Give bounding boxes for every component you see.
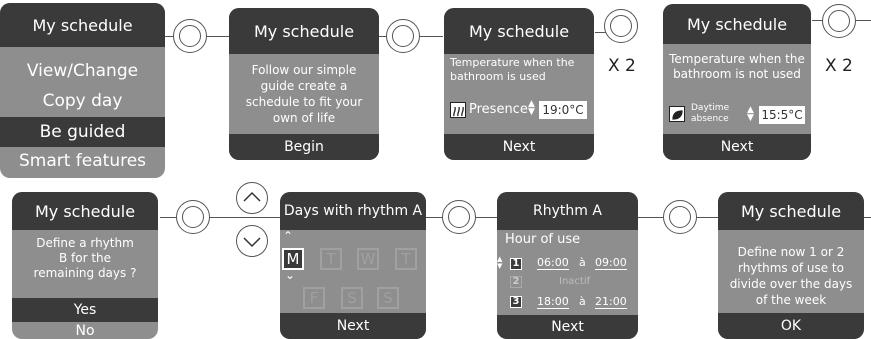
day-tuesday[interactable]: T: [320, 248, 342, 270]
screen-body: Define now 1 or 2 rhythms of use to divi…: [729, 245, 853, 307]
screen-presence-temp: My schedule Temperature when the bathroo…: [444, 8, 594, 160]
screen-title: My schedule: [0, 3, 165, 47]
screen-title: Rhythm A: [497, 192, 638, 230]
screen-define-rhythms: My schedule Define now 1 or 2 rhythms of…: [718, 192, 864, 339]
next-button[interactable]: Next: [444, 134, 594, 160]
ok-button[interactable]: OK: [718, 313, 864, 339]
repeat-count-label: X 2: [825, 56, 853, 76]
screen-body: Follow our simple guide create a schedul…: [245, 63, 363, 125]
slot-start[interactable]: 06:00: [537, 256, 569, 270]
day-thursday[interactable]: T: [395, 248, 417, 270]
slot-inactive: Inactif: [559, 276, 591, 287]
no-option[interactable]: No: [12, 323, 158, 339]
ok-knob-button[interactable]: [822, 4, 856, 38]
slot-start[interactable]: 18:00: [537, 295, 569, 309]
bath-heat-icon: [450, 102, 466, 118]
screen-days-rhythm-a: Days with rhythm A ⌃ M ⌄ T W T F S S Nex…: [280, 192, 426, 339]
screen-body: Temperature when the bathroom is not use…: [669, 52, 805, 81]
slot-number[interactable]: 3: [510, 296, 522, 308]
screen-rhythm-b-question: My schedule Define a rhythm B for the re…: [12, 192, 158, 339]
mode-label: Presence: [469, 102, 528, 117]
day-saturday[interactable]: S: [341, 287, 363, 309]
day-wednesday[interactable]: W: [357, 248, 379, 270]
slot-number[interactable]: 1: [510, 258, 522, 270]
next-button[interactable]: Next: [280, 313, 426, 339]
menu-item-view-change[interactable]: View/Change: [0, 61, 165, 81]
day-sunday[interactable]: S: [377, 287, 399, 309]
temperature-value[interactable]: 15:5°C: [759, 106, 805, 124]
begin-button[interactable]: Begin: [229, 134, 379, 160]
up-down-arrows-icon: ▲ ▼: [528, 99, 535, 117]
screen-intro: My schedule Follow our simple guide crea…: [229, 8, 379, 160]
screen-rhythm-a: Rhythm A Hour of use ▲ ▼ 1 06:00 à 09:00 …: [497, 192, 638, 339]
day-monday[interactable]: M: [282, 248, 304, 270]
screen-title: My schedule: [718, 192, 864, 230]
repeat-count-label: X 2: [608, 56, 636, 76]
down-button[interactable]: [236, 225, 268, 257]
screen-title: My schedule: [12, 192, 158, 230]
up-down-arrows-icon: ▲ ▼: [747, 105, 754, 123]
screen-body: Temperature when the bathroom is used: [450, 56, 575, 83]
mode-label-line2: absence: [691, 114, 729, 124]
screen-menu: My schedule View/Change Copy day Be guid…: [0, 3, 165, 178]
temperature-value[interactable]: 19:0°C: [539, 101, 587, 119]
ok-knob-button[interactable]: [442, 200, 476, 234]
slot-sep: à: [579, 295, 586, 308]
chevron-up-icon: ⌃: [283, 229, 294, 243]
screen-absence-temp: My schedule Temperature when the bathroo…: [663, 4, 811, 160]
screen-title: Days with rhythm A: [280, 192, 426, 230]
up-down-arrows-icon: ▲ ▼: [497, 255, 503, 270]
menu-item-copy-day[interactable]: Copy day: [0, 91, 165, 111]
hour-of-use-label: Hour of use: [505, 232, 581, 247]
menu-item-smart-features[interactable]: Smart features: [0, 151, 165, 171]
chevron-up-icon: [243, 191, 261, 202]
slot-end[interactable]: 21:00: [595, 295, 627, 309]
yes-option[interactable]: Yes: [12, 298, 158, 322]
screen-title: My schedule: [444, 8, 594, 54]
ok-knob-button[interactable]: [173, 19, 207, 53]
ok-knob-button[interactable]: [604, 9, 638, 43]
next-button[interactable]: Next: [663, 134, 811, 160]
slot-end[interactable]: 09:00: [595, 256, 627, 270]
ok-knob-button[interactable]: [663, 200, 697, 234]
day-friday[interactable]: F: [303, 287, 325, 309]
screen-title: My schedule: [663, 4, 811, 44]
leaf-icon: [669, 106, 685, 122]
menu-item-be-guided[interactable]: Be guided: [0, 117, 165, 147]
mode-label-line1: Daytime: [691, 103, 730, 113]
screen-title: My schedule: [229, 8, 379, 54]
chevron-down-icon: [243, 237, 261, 248]
up-button[interactable]: [236, 182, 268, 214]
slot-sep: à: [579, 256, 586, 269]
ok-knob-button[interactable]: [386, 19, 420, 53]
next-button[interactable]: Next: [497, 315, 638, 339]
chevron-down-icon: ⌄: [285, 268, 296, 282]
screen-body: Define a rhythm B for the remaining days…: [33, 236, 137, 280]
slot-number[interactable]: 2: [510, 276, 522, 288]
ok-knob-button[interactable]: [176, 200, 210, 234]
